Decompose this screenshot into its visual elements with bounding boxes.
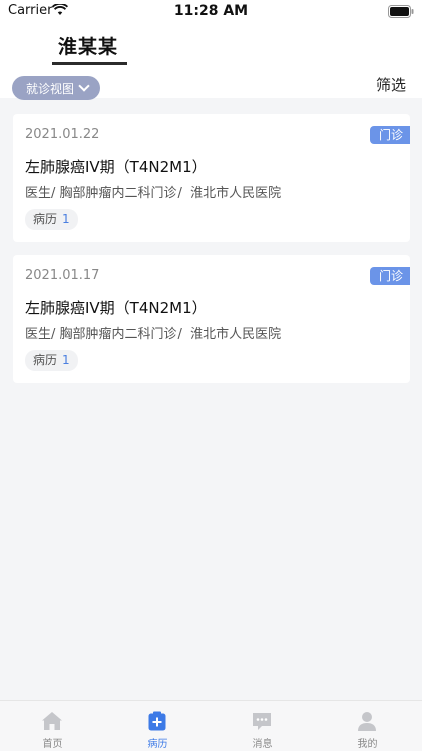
- hospital: 淮北市人民医院: [190, 186, 282, 201]
- visit-meta: 医生/ 胸部肿瘤内二科门诊/ 淮北市人民医院: [25, 182, 281, 201]
- status-time: 11:28 AM: [173, 3, 249, 19]
- tab-messages[interactable]: 消息: [210, 701, 315, 751]
- tab-profile[interactable]: 我的: [315, 701, 420, 751]
- profile-icon: [358, 712, 376, 731]
- active-tab-underline: [52, 62, 127, 65]
- separator: /: [177, 327, 182, 342]
- visit-view-dropdown[interactable]: 就诊视图: [12, 76, 101, 100]
- doctor-label: 医生/: [25, 186, 56, 201]
- visit-type-badge: 门诊: [369, 126, 410, 144]
- separator: /: [177, 186, 182, 201]
- tab-medical-records-label: 病历: [147, 739, 168, 750]
- record-count-chip[interactable]: 病历 1: [25, 350, 78, 371]
- header: 淮某某 就诊视图 筛选: [0, 24, 422, 100]
- record-label: 病历: [33, 353, 58, 367]
- record-card[interactable]: 2021.01.22 门诊 左肺腺癌IV期（T4N2M1） 医生/ 胸部肿瘤内二…: [13, 114, 410, 242]
- department: 胸部肿瘤内二科门诊: [59, 186, 177, 201]
- tab-home-label: 首页: [42, 739, 63, 750]
- medical-record-icon: [148, 711, 166, 731]
- tab-medical-records[interactable]: 病历: [105, 701, 210, 751]
- visit-date: 2021.01.22: [25, 127, 100, 142]
- home-icon: [42, 712, 62, 730]
- tab-bar: 首页 病历 消息 我的: [0, 700, 422, 751]
- record-label: 病历: [33, 212, 58, 226]
- visit-meta: 医生/ 胸部肿瘤内二科门诊/ 淮北市人民医院: [25, 323, 281, 342]
- status-bar: Carrier 11:28 AM: [0, 0, 422, 24]
- diagnosis: 左肺腺癌IV期（T4N2M1）: [25, 158, 207, 176]
- record-count: 1: [62, 353, 70, 367]
- hospital: 淮北市人民医院: [190, 327, 282, 342]
- patient-name-tab[interactable]: 淮某某: [58, 32, 118, 59]
- filter-button[interactable]: 筛选: [376, 74, 406, 95]
- record-count-chip[interactable]: 病历 1: [25, 209, 78, 230]
- department: 胸部肿瘤内二科门诊: [59, 327, 177, 342]
- chevron-down-icon: [78, 80, 90, 92]
- record-card[interactable]: 2021.01.17 门诊 左肺腺癌IV期（T4N2M1） 医生/ 胸部肿瘤内二…: [13, 255, 410, 383]
- tab-messages-label: 消息: [252, 739, 273, 750]
- record-count: 1: [62, 212, 70, 226]
- visit-date: 2021.01.17: [25, 268, 100, 283]
- doctor-label: 医生/: [25, 327, 56, 342]
- message-icon: [253, 713, 271, 730]
- battery-icon: [388, 5, 414, 18]
- tab-home[interactable]: 首页: [0, 701, 105, 751]
- diagnosis: 左肺腺癌IV期（T4N2M1）: [25, 299, 207, 317]
- visit-view-label: 就诊视图: [26, 81, 75, 96]
- visit-type-badge: 门诊: [369, 267, 410, 285]
- tab-profile-label: 我的: [357, 739, 378, 750]
